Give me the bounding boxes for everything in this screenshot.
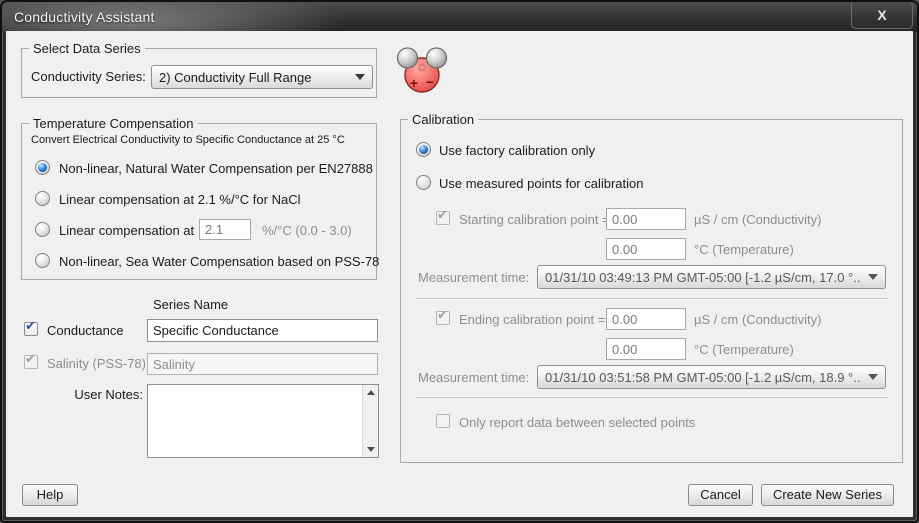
salinity-name-input bbox=[147, 353, 378, 375]
user-notes-box bbox=[147, 384, 379, 458]
conductance-checkbox-label[interactable]: Conductance bbox=[47, 323, 124, 338]
calibration-group: Calibration Use factory calibration only… bbox=[400, 119, 903, 463]
scroll-down-icon[interactable] bbox=[363, 442, 379, 457]
ending-measurement-time-label: Measurement time: bbox=[418, 370, 529, 385]
cancel-button[interactable]: Cancel bbox=[688, 484, 753, 506]
ending-conductivity-unit: µS / cm (Conductivity) bbox=[694, 312, 821, 327]
close-button[interactable]: X bbox=[851, 2, 913, 29]
oxygen-label: O bbox=[418, 63, 426, 74]
dialog-content: Select Data Series Conductivity Series: … bbox=[6, 31, 913, 517]
temperature-compensation-group-title: Temperature Compensation bbox=[29, 116, 197, 131]
radio-linear-nacl[interactable] bbox=[35, 191, 50, 206]
calibration-group-title: Calibration bbox=[408, 112, 478, 127]
conductivity-series-label: Conductivity Series: bbox=[31, 69, 146, 84]
starting-temperature-input bbox=[606, 238, 686, 260]
ending-point-checkbox: ✔ bbox=[436, 311, 450, 325]
radio-linear-custom-label[interactable]: Linear compensation at bbox=[59, 223, 194, 238]
conductivity-assistant-dialog: Conductivity Assistant X Select Data Ser… bbox=[0, 0, 919, 523]
user-notes-label: User Notes: bbox=[26, 387, 143, 402]
plus-icon: + bbox=[410, 75, 418, 91]
radio-nonlinear-natural-water[interactable] bbox=[35, 160, 50, 175]
custom-compensation-input bbox=[199, 219, 251, 240]
check-icon: ✔ bbox=[25, 319, 36, 334]
salinity-checkbox-label: Salinity (PSS-78) bbox=[47, 356, 146, 371]
scroll-up-icon[interactable] bbox=[363, 385, 379, 400]
calibration-separator bbox=[416, 397, 888, 398]
starting-measurement-time-value: 01/31/10 03:49:13 PM GMT-05:00 [-1.2 µS/… bbox=[538, 270, 861, 285]
salinity-checkbox: ✔ bbox=[24, 355, 38, 369]
temperature-compensation-group: Temperature Compensation Convert Electri… bbox=[21, 123, 377, 280]
radio-nonlinear-natural-water-label[interactable]: Non-linear, Natural Water Compensation p… bbox=[59, 161, 373, 176]
close-icon: X bbox=[877, 7, 886, 23]
select-data-series-group-title: Select Data Series bbox=[29, 41, 145, 56]
starting-point-checkbox: ✔ bbox=[436, 211, 450, 225]
radio-nonlinear-sea-water[interactable] bbox=[35, 253, 50, 268]
radio-linear-nacl-label[interactable]: Linear compensation at 2.1 %/°C for NaCl bbox=[59, 192, 300, 207]
starting-temperature-unit: °C (Temperature) bbox=[694, 242, 794, 257]
radio-factory-calibration-label[interactable]: Use factory calibration only bbox=[439, 143, 595, 158]
conductivity-series-dropdown[interactable]: 2) Conductivity Full Range bbox=[151, 65, 373, 89]
conductivity-series-value: 2) Conductivity Full Range bbox=[152, 70, 348, 85]
ending-conductivity-input bbox=[606, 308, 686, 330]
only-report-checkbox bbox=[436, 414, 450, 428]
create-new-series-button[interactable]: Create New Series bbox=[761, 484, 894, 506]
starting-conductivity-unit: µS / cm (Conductivity) bbox=[694, 212, 821, 227]
check-icon: ✔ bbox=[25, 352, 36, 367]
conductance-checkbox[interactable]: ✔ bbox=[24, 322, 38, 336]
ending-point-label: Ending calibration point = bbox=[459, 312, 605, 327]
custom-compensation-unit-label: %/°C (0.0 - 3.0) bbox=[262, 223, 352, 238]
radio-measured-points[interactable] bbox=[416, 175, 431, 190]
help-button[interactable]: Help bbox=[22, 484, 78, 506]
ending-temperature-input bbox=[606, 338, 686, 360]
starting-point-label: Starting calibration point = bbox=[459, 212, 610, 227]
radio-linear-custom[interactable] bbox=[35, 222, 50, 237]
check-icon: ✔ bbox=[437, 208, 448, 223]
water-molecule-icon: O + − bbox=[396, 45, 448, 97]
dropdown-arrow-icon bbox=[861, 374, 885, 380]
user-notes-scrollbar[interactable] bbox=[362, 385, 378, 457]
minus-icon: − bbox=[426, 74, 434, 90]
conductance-name-input[interactable] bbox=[147, 319, 378, 342]
starting-measurement-time-dropdown: 01/31/10 03:49:13 PM GMT-05:00 [-1.2 µS/… bbox=[537, 265, 886, 289]
title-bar: Conductivity Assistant X bbox=[2, 2, 917, 32]
ending-measurement-time-dropdown: 01/31/10 03:51:58 PM GMT-05:00 [-1.2 µS/… bbox=[537, 365, 886, 389]
select-data-series-group: Select Data Series Conductivity Series: … bbox=[21, 48, 377, 98]
only-report-checkbox-label: Only report data between selected points bbox=[459, 415, 695, 430]
user-notes-textarea[interactable] bbox=[148, 385, 361, 457]
check-icon: ✔ bbox=[437, 308, 448, 323]
radio-measured-points-label[interactable]: Use measured points for calibration bbox=[439, 176, 644, 191]
radio-nonlinear-sea-water-label[interactable]: Non-linear, Sea Water Compensation based… bbox=[59, 254, 379, 269]
starting-conductivity-input bbox=[606, 208, 686, 230]
starting-measurement-time-label: Measurement time: bbox=[418, 270, 529, 285]
dropdown-arrow-icon bbox=[348, 74, 372, 80]
radio-factory-calibration[interactable] bbox=[416, 142, 431, 157]
calibration-separator bbox=[416, 298, 888, 299]
ending-temperature-unit: °C (Temperature) bbox=[694, 342, 794, 357]
dropdown-arrow-icon bbox=[861, 274, 885, 280]
series-name-header: Series Name bbox=[153, 297, 228, 312]
window-title: Conductivity Assistant bbox=[14, 9, 155, 25]
ending-measurement-time-value: 01/31/10 03:51:58 PM GMT-05:00 [-1.2 µS/… bbox=[538, 370, 861, 385]
compensation-subtitle: Convert Electrical Conductivity to Speci… bbox=[31, 134, 345, 146]
